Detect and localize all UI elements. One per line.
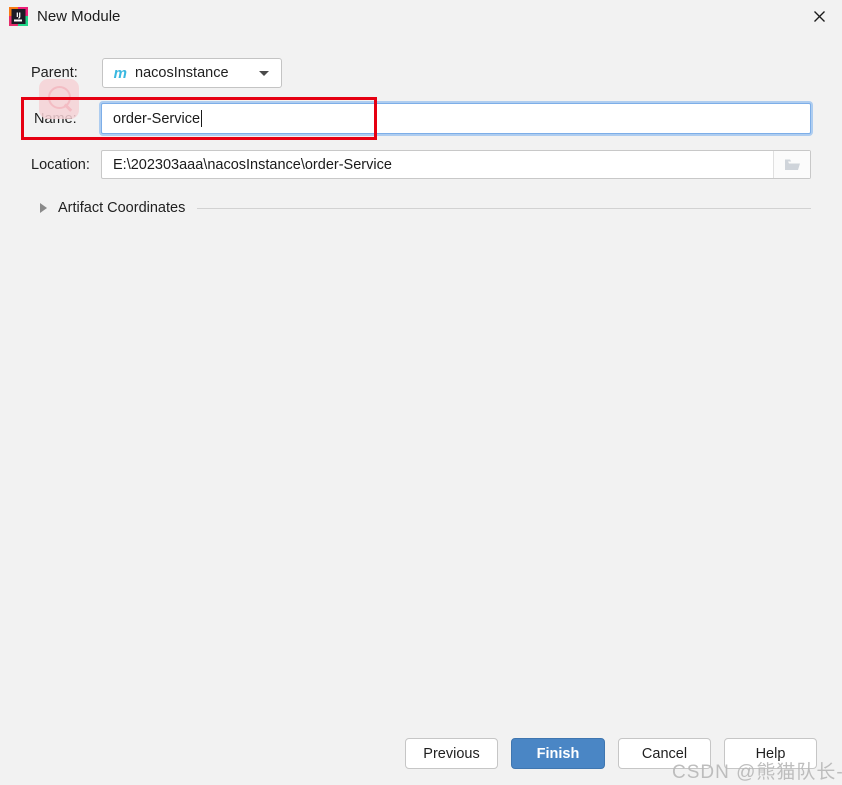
- location-label: Location:: [31, 157, 90, 173]
- intellij-idea-icon: IJ: [9, 7, 28, 26]
- previous-button[interactable]: Previous: [405, 738, 498, 769]
- name-label: Name:: [34, 111, 77, 127]
- chevron-down-icon[interactable]: [259, 70, 269, 76]
- parent-selected-value: nacosInstance: [135, 65, 229, 81]
- location-input-value: E:\202303aaa\nacosInstance\order-Service: [113, 156, 392, 173]
- text-caret: [201, 110, 203, 127]
- location-input-wrapper[interactable]: E:\202303aaa\nacosInstance\order-Service: [101, 150, 811, 179]
- parent-combobox[interactable]: m nacosInstance: [102, 58, 282, 88]
- finish-button[interactable]: Finish: [511, 738, 605, 769]
- search-icon-watermark: [48, 86, 71, 109]
- name-input-value: order-Service: [113, 110, 201, 127]
- close-icon[interactable]: [796, 0, 842, 32]
- maven-module-icon: m: [113, 64, 127, 82]
- cancel-button[interactable]: Cancel: [618, 738, 711, 769]
- artifact-coordinates-section[interactable]: Artifact Coordinates: [31, 198, 811, 218]
- folder-open-icon[interactable]: [773, 151, 810, 178]
- svg-text:IJ: IJ: [16, 11, 21, 19]
- title-bar: IJ New Module: [0, 0, 842, 33]
- name-input[interactable]: order-Service: [101, 103, 811, 134]
- section-divider: [197, 207, 811, 209]
- chevron-right-icon[interactable]: [40, 203, 47, 213]
- help-button[interactable]: Help: [724, 738, 817, 769]
- parent-label: Parent:: [31, 65, 78, 81]
- window-title: New Module: [37, 8, 121, 25]
- artifact-coordinates-label[interactable]: Artifact Coordinates: [58, 200, 185, 216]
